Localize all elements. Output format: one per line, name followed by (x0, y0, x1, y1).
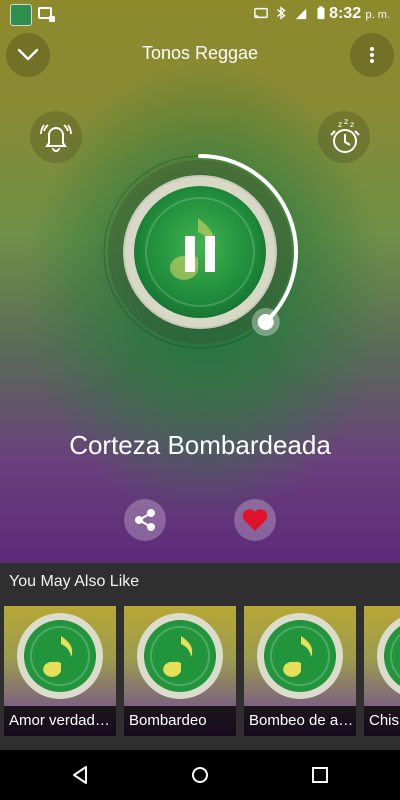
page-title: Tonos Reggae (141, 43, 259, 63)
favorite-button[interactable] (234, 499, 276, 541)
player-screen: 8:32 p. m. Tonos Reggae z z z Corteza Bo… (0, 0, 400, 563)
recommendation-list: Amor verdadero Bombardeo Bombeo de agua (4, 606, 400, 748)
card-label: Bombeo de agua (244, 706, 356, 736)
status-bar: 8:32 p. m. (0, 0, 400, 30)
system-nav-bar (0, 750, 400, 800)
recommendation-card[interactable]: Bombeo de agua (244, 606, 356, 736)
home-icon[interactable] (188, 763, 212, 787)
music-disc-icon (137, 613, 223, 699)
section-heading: You May Also Like (9, 573, 140, 590)
svg-text:z: z (350, 120, 354, 129)
time-text: 8:32 (329, 5, 362, 22)
alarm-button[interactable]: z z z (318, 111, 370, 163)
ampm-text: p. m. (365, 9, 390, 21)
recommendation-card[interactable]: Bombardeo (124, 606, 236, 736)
battery-icon (317, 6, 325, 20)
music-disc-icon (377, 617, 400, 695)
status-time: 8:32 p. m. (329, 5, 390, 23)
back-icon[interactable] (68, 763, 92, 787)
progress-knob[interactable] (257, 313, 274, 330)
recommendations-section: You May Also Like Amor verdadero Bombard… (0, 563, 400, 750)
recommendation-card[interactable]: Amor verdadero (4, 606, 116, 736)
card-label: Amor verdadero (4, 706, 116, 736)
signal-icon (295, 8, 307, 20)
alarm-clock-icon: z z z (330, 117, 360, 153)
heart-icon (242, 509, 268, 531)
svg-text:z: z (344, 117, 348, 126)
music-disc-icon (17, 613, 103, 699)
pause-button[interactable] (146, 200, 254, 308)
recents-icon[interactable] (308, 763, 332, 787)
pause-icon (185, 236, 215, 272)
cast-icon (254, 7, 268, 19)
card-label: Chispa (364, 706, 400, 736)
cast-notification-icon (38, 7, 55, 22)
bluetooth-icon (277, 6, 286, 20)
ringtone-button[interactable] (30, 111, 82, 163)
card-label: Bombardeo (124, 706, 236, 736)
svg-text:z: z (338, 120, 342, 129)
share-button[interactable] (124, 499, 166, 541)
song-title: Corteza Bombardeada (69, 430, 331, 460)
app-notification-icon (10, 4, 32, 26)
recommendation-card[interactable]: Chispa (364, 606, 400, 736)
bell-icon (40, 124, 72, 152)
more-vert-icon (370, 47, 374, 63)
status-icons (254, 6, 328, 20)
music-disc-icon (257, 613, 343, 699)
more-options-button[interactable] (350, 33, 394, 77)
share-icon (135, 509, 155, 531)
